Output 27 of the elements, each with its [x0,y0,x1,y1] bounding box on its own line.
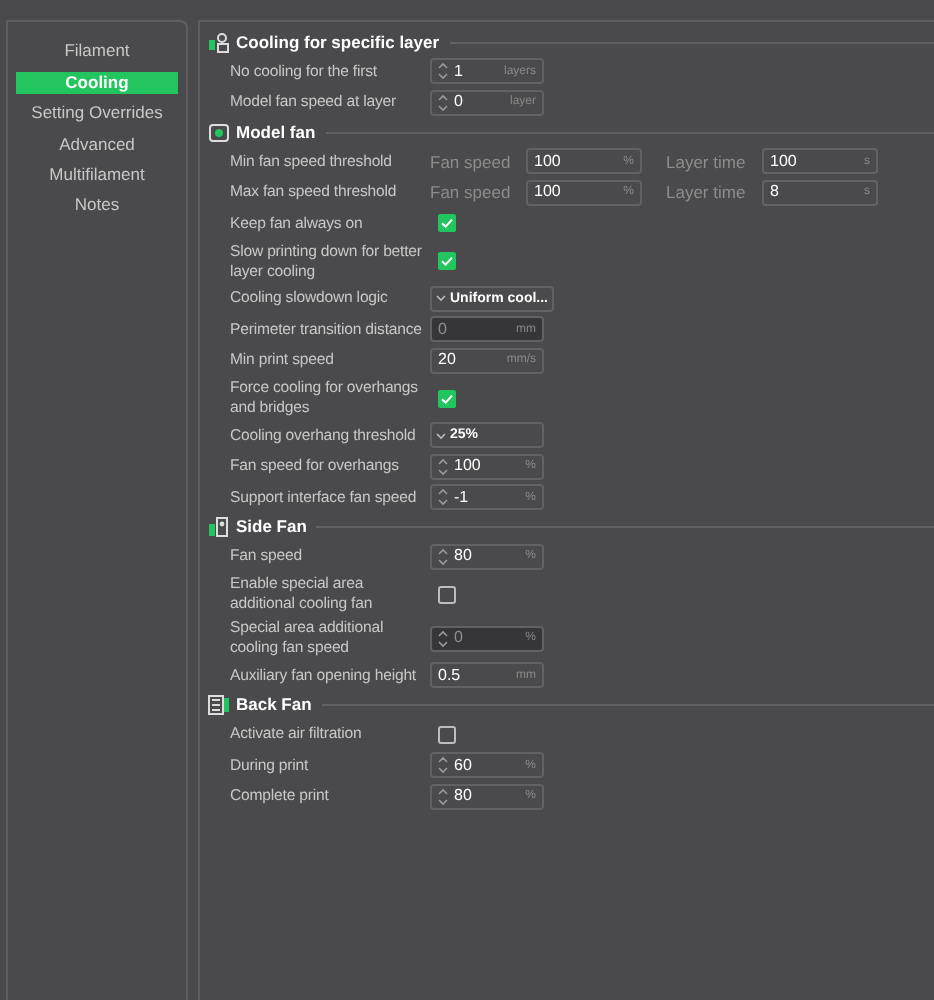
stepper-icon[interactable] [438,457,448,476]
sidebar-item[interactable]: Setting Overrides [16,101,178,124]
chevron-down-icon [436,431,446,440]
stepper-icon[interactable] [438,756,448,775]
checkbox[interactable] [438,585,456,603]
sidebar-item[interactable]: Multifilament [16,163,178,186]
checkbox[interactable] [438,389,456,407]
sidebar-item[interactable]: Advanced [16,132,178,155]
checkbox[interactable] [438,252,456,270]
field-label: Fan speed [430,184,513,201]
sidebar-item[interactable]: Filament [16,40,178,63]
checkbox[interactable] [438,214,456,233]
stepper-icon[interactable] [438,787,448,806]
stepper-icon[interactable] [438,62,448,81]
section-title: Side Fan [236,518,307,536]
stepper-icon[interactable] [438,93,448,112]
section-title: Model fan [236,123,316,141]
stepper-icon[interactable] [438,488,448,507]
field-label: Layer time [666,153,748,170]
chevron-down-icon [436,294,446,303]
section-title: Back Fan [236,696,312,714]
field-label: Layer time [666,184,748,201]
field-label: Fan speed [430,153,513,170]
sidebar-item[interactable]: Notes [16,194,178,217]
stepper-icon[interactable] [438,547,448,566]
checkbox[interactable] [438,725,456,744]
section-title: Cooling for specific layer [236,33,440,51]
